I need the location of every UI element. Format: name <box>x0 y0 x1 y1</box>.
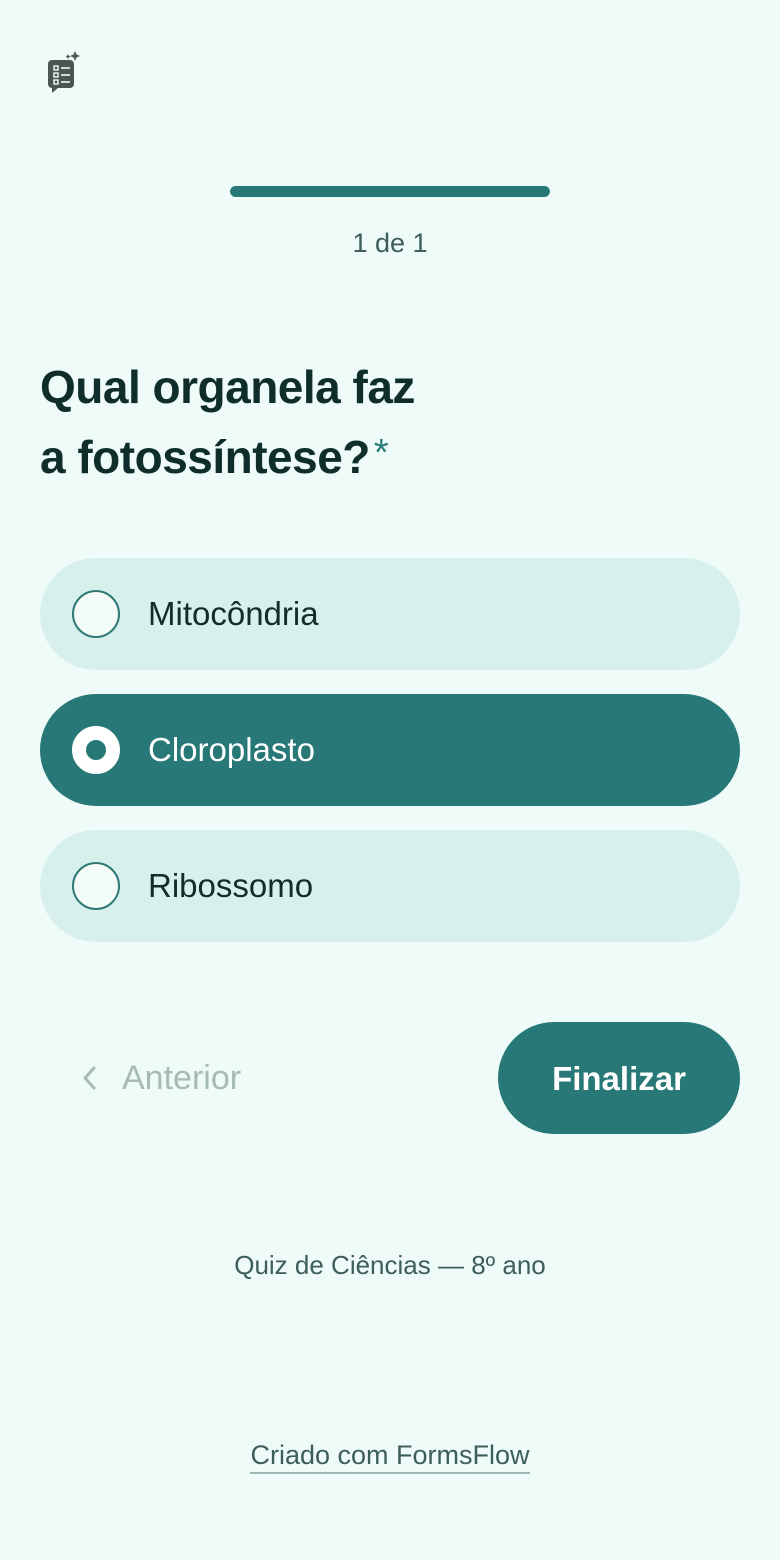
form-sparkle-icon <box>48 50 82 94</box>
credit-footer: Criado com FormsFlow <box>0 1440 780 1474</box>
progress-bar <box>230 186 550 197</box>
option-label: Mitocôndria <box>148 595 319 632</box>
chevron-left-icon <box>83 1066 96 1090</box>
question-title-line2: a fotossíntese? <box>40 431 370 483</box>
question-title-line1: Qual organela faz <box>40 361 415 413</box>
required-marker: * <box>373 432 389 474</box>
progress-fill <box>230 186 550 197</box>
previous-button-label: Anterior <box>122 1058 242 1097</box>
question-title: Qual organela faz a fotossíntese? * <box>40 352 500 492</box>
option-ribossomo[interactable]: Ribossomo <box>40 830 740 942</box>
finish-button[interactable]: Finalizar <box>498 1022 740 1134</box>
credit-link[interactable]: Criado com FormsFlow <box>250 1440 530 1474</box>
radio-button[interactable] <box>72 726 120 774</box>
option-cloroplasto[interactable]: Cloroplasto <box>40 694 740 806</box>
option-label: Ribossomo <box>148 867 314 904</box>
quiz-name: Quiz de Ciências — 8º ano <box>234 1250 546 1280</box>
option-label: Cloroplasto <box>148 731 315 768</box>
previous-button[interactable]: Anterior <box>80 1040 241 1116</box>
radio-button[interactable] <box>72 590 120 638</box>
option-mitocondria[interactable]: Mitocôndria <box>40 558 740 670</box>
radio-button[interactable] <box>72 862 120 910</box>
progress-label: 1 de 1 <box>352 228 428 258</box>
